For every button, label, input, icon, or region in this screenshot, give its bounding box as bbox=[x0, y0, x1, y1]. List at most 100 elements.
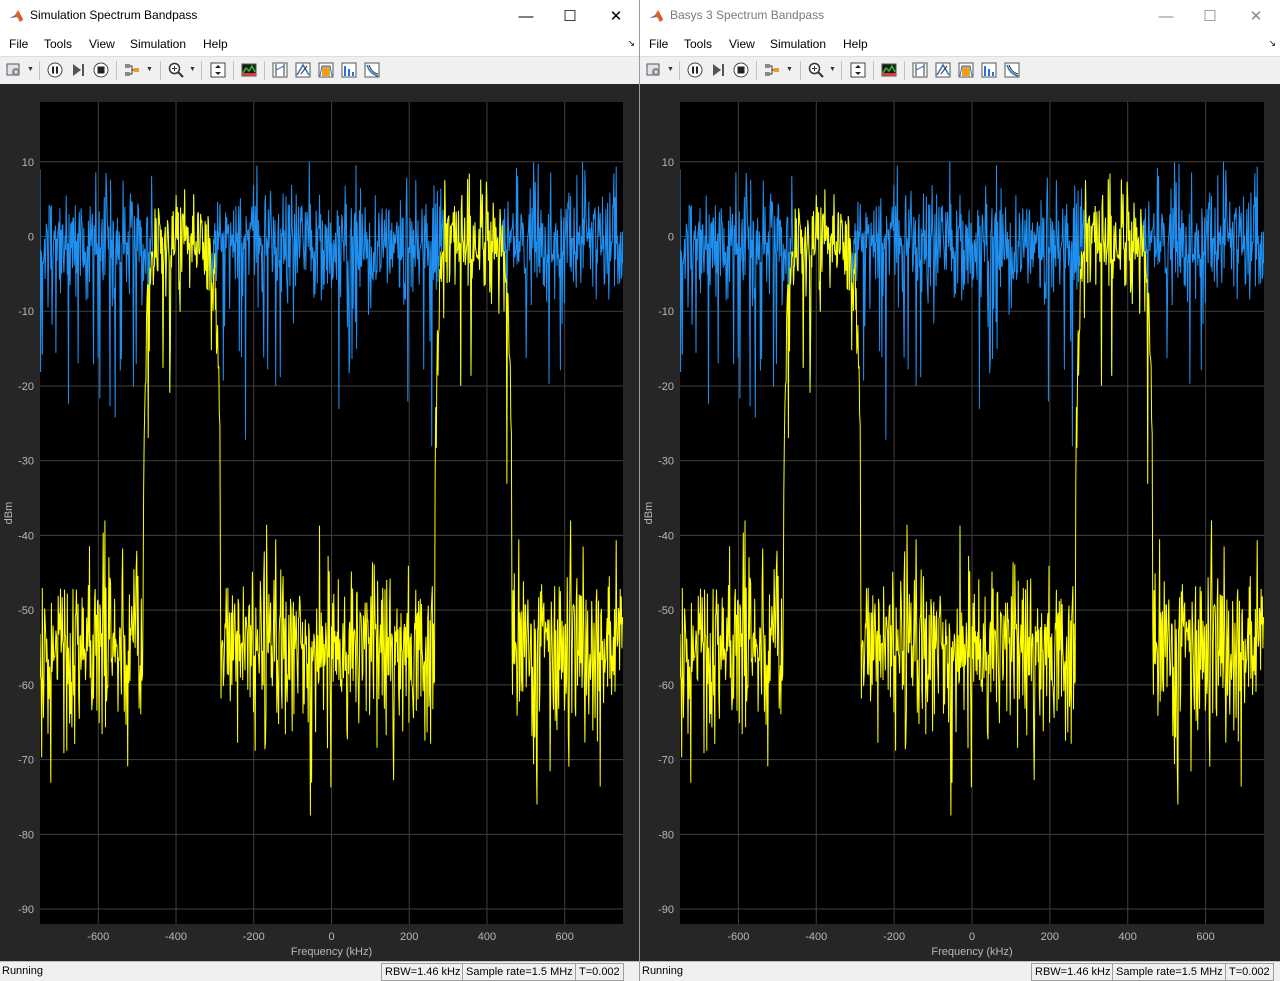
status-rbw: RBW=1.46 kHz bbox=[381, 963, 465, 981]
toolbar: ▼ ▼ ▼ bbox=[0, 56, 639, 86]
x-tick-label: 200 bbox=[400, 931, 418, 943]
y-tick-label: -80 bbox=[18, 829, 34, 841]
status-bar: Running RBW=1.46 kHz Sample rate=1.5 MHz… bbox=[640, 961, 1280, 981]
cursor-measurements-icon[interactable] bbox=[912, 62, 928, 78]
status-running: Running bbox=[2, 965, 43, 977]
y-tick-label: 0 bbox=[28, 232, 34, 244]
zoom-icon[interactable] bbox=[168, 62, 184, 78]
spectrum-plot[interactable]: 10 0 -10 -20 -30 -40 -50 -60 -70 -80 -90 -600 -400 -2… bbox=[640, 84, 1280, 962]
window-title: Basys 3 Spectrum Bandpass bbox=[670, 8, 825, 22]
cursor-measurements-icon[interactable] bbox=[272, 62, 288, 78]
y-tick-label: -30 bbox=[18, 456, 34, 468]
title-bar[interactable]: Basys 3 Spectrum Bandpass — ☐ ✕ bbox=[640, 0, 1280, 32]
distortion-measurements-icon[interactable] bbox=[341, 62, 357, 78]
spectrum-view-icon[interactable] bbox=[241, 62, 257, 78]
peak-finder-icon[interactable] bbox=[295, 62, 311, 78]
chevron-down-icon[interactable]: ▼ bbox=[786, 66, 793, 73]
x-tick-label: 0 bbox=[328, 931, 334, 943]
ccdf-icon[interactable] bbox=[364, 62, 380, 78]
pause-icon[interactable] bbox=[687, 62, 703, 78]
scale-axes-icon[interactable] bbox=[210, 62, 226, 78]
x-tick-label: -200 bbox=[243, 931, 265, 943]
menu-view[interactable]: View bbox=[89, 37, 115, 51]
x-tick-label: 600 bbox=[556, 931, 574, 943]
toolbar-separator bbox=[904, 61, 905, 80]
toolbar-separator bbox=[201, 61, 202, 80]
y-tick-label: -30 bbox=[658, 456, 674, 468]
channel-measurements-icon[interactable] bbox=[318, 62, 334, 78]
x-tick-label: 200 bbox=[1041, 931, 1059, 943]
close-icon: ✕ bbox=[1249, 8, 1263, 25]
minimize-button[interactable]: — bbox=[503, 0, 549, 32]
menu-bar: File Tools View Simulation Help ↘ bbox=[640, 32, 1280, 56]
chevron-down-icon[interactable]: ▼ bbox=[27, 66, 34, 73]
step-forward-icon[interactable] bbox=[710, 62, 726, 78]
spectrum-plot[interactable]: 10 0 -10 -20 -30 -40 -50 -60 -70 -80 -90 -600 -400 -2… bbox=[0, 84, 639, 962]
x-tick-label: -600 bbox=[87, 931, 109, 943]
toolbar-separator bbox=[841, 61, 842, 80]
window-title: Simulation Spectrum Bandpass bbox=[30, 8, 198, 22]
toolbar-separator bbox=[116, 61, 117, 80]
close-button[interactable]: ✕ bbox=[1233, 0, 1279, 32]
toolbar-separator bbox=[160, 61, 161, 80]
y-tick-label: -10 bbox=[18, 306, 34, 318]
stop-icon[interactable] bbox=[733, 62, 749, 78]
y-tick-label: -70 bbox=[658, 755, 674, 767]
stop-icon[interactable] bbox=[93, 62, 109, 78]
pause-icon[interactable] bbox=[47, 62, 63, 78]
menu-help[interactable]: Help bbox=[203, 37, 228, 51]
menu-simulation[interactable]: Simulation bbox=[770, 37, 826, 51]
spectrum-view-icon[interactable] bbox=[881, 62, 897, 78]
toolbar: ▼ ▼ ▼ bbox=[640, 56, 1280, 86]
menu-simulation[interactable]: Simulation bbox=[130, 37, 186, 51]
menu-dock-icon[interactable]: ↘ bbox=[627, 38, 635, 49]
close-icon: ✕ bbox=[609, 8, 623, 25]
status-rbw: RBW=1.46 kHz bbox=[1031, 963, 1115, 981]
zoom-icon[interactable] bbox=[808, 62, 824, 78]
matlab-logo-icon bbox=[10, 10, 23, 22]
scale-axes-icon[interactable] bbox=[850, 62, 866, 78]
chevron-down-icon[interactable]: ▼ bbox=[829, 66, 836, 73]
menu-help[interactable]: Help bbox=[843, 37, 868, 51]
y-tick-label: -60 bbox=[18, 680, 34, 692]
menu-file[interactable]: File bbox=[649, 37, 668, 51]
menu-view[interactable]: View bbox=[729, 37, 755, 51]
x-tick-label: -400 bbox=[165, 931, 187, 943]
maximize-button[interactable]: ☐ bbox=[1187, 0, 1233, 32]
y-tick-label: -90 bbox=[18, 904, 34, 916]
toolbar-separator bbox=[264, 61, 265, 80]
y-tick-label: -80 bbox=[658, 829, 674, 841]
status-running: Running bbox=[642, 965, 683, 977]
channel-measurements-icon[interactable] bbox=[958, 62, 974, 78]
step-forward-icon[interactable] bbox=[70, 62, 86, 78]
settings-icon[interactable] bbox=[646, 62, 662, 78]
y-tick-label: -50 bbox=[658, 605, 674, 617]
highlight-signal-icon[interactable] bbox=[764, 62, 780, 78]
settings-icon[interactable] bbox=[6, 62, 22, 78]
title-bar[interactable]: Simulation Spectrum Bandpass — ☐ ✕ bbox=[0, 0, 639, 32]
minimize-icon: — bbox=[518, 7, 534, 25]
ccdf-icon[interactable] bbox=[1004, 62, 1020, 78]
status-time: T=0.002 bbox=[575, 963, 624, 981]
menu-tools[interactable]: Tools bbox=[44, 37, 72, 51]
distortion-measurements-icon[interactable] bbox=[981, 62, 997, 78]
y-axis-label: dBm bbox=[3, 502, 15, 525]
peak-finder-icon[interactable] bbox=[935, 62, 951, 78]
menu-bar: File Tools View Simulation Help ↘ bbox=[0, 32, 639, 56]
menu-tools[interactable]: Tools bbox=[684, 37, 712, 51]
spectrum-window-simulation: Simulation Spectrum Bandpass — ☐ ✕ File … bbox=[0, 0, 639, 981]
maximize-button[interactable]: ☐ bbox=[547, 0, 593, 32]
menu-file[interactable]: File bbox=[9, 37, 28, 51]
highlight-signal-icon[interactable] bbox=[124, 62, 140, 78]
status-sample-rate: Sample rate=1.5 MHz bbox=[1112, 963, 1227, 981]
minimize-button[interactable]: — bbox=[1143, 0, 1189, 32]
chevron-down-icon[interactable]: ▼ bbox=[667, 66, 674, 73]
chevron-down-icon[interactable]: ▼ bbox=[146, 66, 153, 73]
menu-dock-icon[interactable]: ↘ bbox=[1268, 38, 1276, 49]
minimize-icon: — bbox=[1158, 7, 1174, 25]
chevron-down-icon[interactable]: ▼ bbox=[189, 66, 196, 73]
toolbar-separator bbox=[233, 61, 234, 80]
x-tick-label: -600 bbox=[727, 931, 749, 943]
x-axis-label: Frequency (kHz) bbox=[291, 946, 372, 958]
close-button[interactable]: ✕ bbox=[593, 0, 639, 32]
